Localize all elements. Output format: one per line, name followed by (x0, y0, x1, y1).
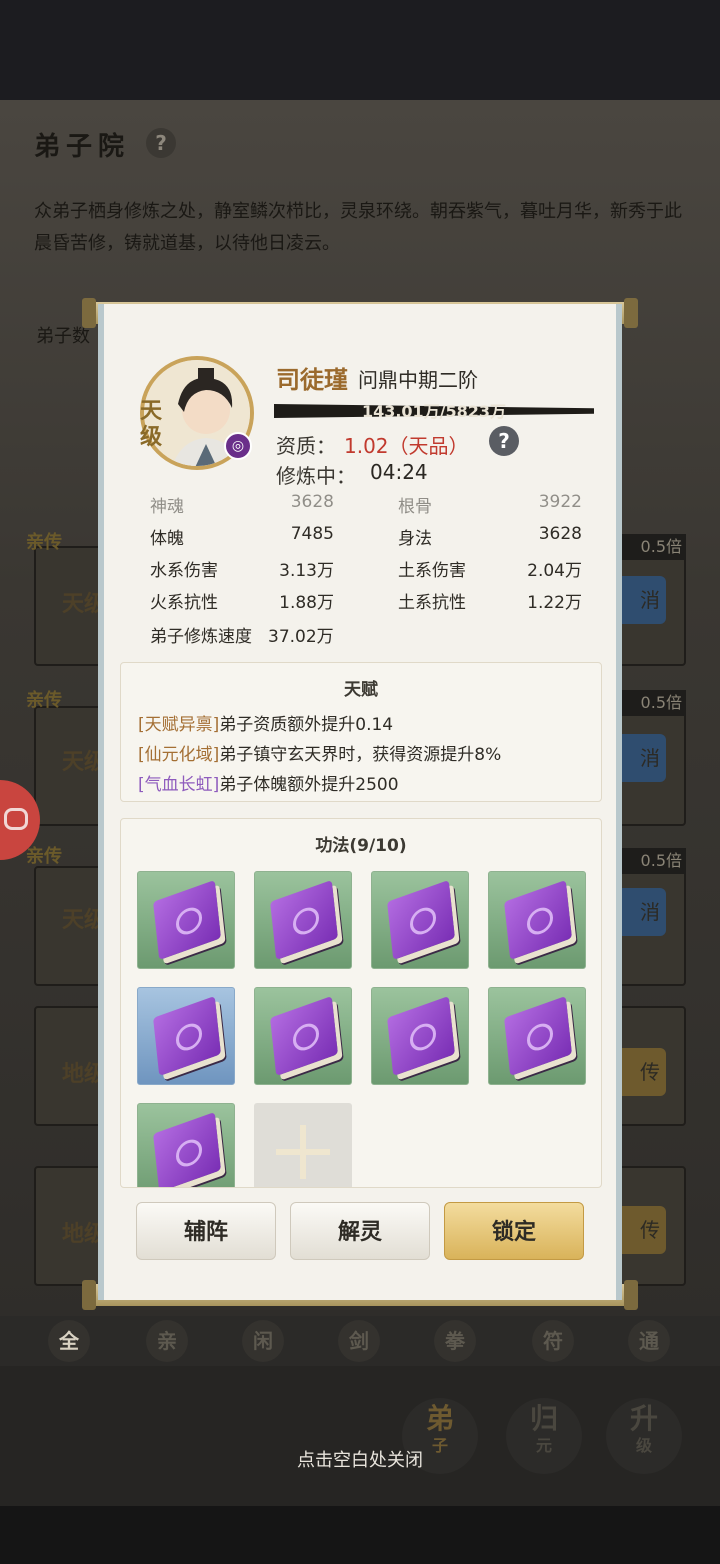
multiplier-badge: 0.5倍 (622, 690, 686, 716)
stat-value: 3628 (538, 524, 582, 544)
element-icon: ◎ (224, 432, 252, 460)
add-skill-slot[interactable] (254, 1103, 352, 1187)
talent-item: [天赋异禀]弟子资质额外提升0.14 (138, 710, 393, 735)
filter-fist[interactable]: 拳 (434, 1320, 476, 1362)
skill-title: 功法(9/10) (315, 836, 407, 856)
nav-main: 升 (629, 1402, 658, 1435)
stat-label: 体魄 (150, 529, 184, 549)
filter-talisman[interactable]: 符 (532, 1320, 574, 1362)
filter-close[interactable]: 亲 (146, 1320, 188, 1362)
rod-knob (82, 298, 96, 328)
skill-slot[interactable] (254, 987, 352, 1085)
disciple-detail-modal: 天级 ◎ 司徒瑾 问鼎中期二阶 143.01万/5823万 资质： 1.02（天… (98, 304, 622, 1300)
talent-item: [气血长虹]弟子体魄额外提升2500 (138, 770, 399, 795)
stat-label: 土系抗性 (398, 593, 466, 613)
skill-slot[interactable] (137, 871, 235, 969)
talent-text: 弟子体魄额外提升2500 (219, 775, 399, 795)
system-nav-bar (0, 1506, 720, 1564)
speed-label: 弟子修炼速度 (150, 627, 252, 647)
rod-knob (82, 1280, 96, 1310)
stat-value: 2.04万 (527, 561, 582, 581)
page-title: 弟子院 (34, 132, 131, 162)
stat-value: 1.88万 (279, 593, 334, 613)
qualification-help-icon[interactable]: ? (489, 426, 519, 456)
lock-button[interactable]: 锁定 (444, 1202, 584, 1260)
skill-slot[interactable] (137, 987, 235, 1085)
filter-all[interactable]: 全 (48, 1320, 90, 1362)
nav-main: 弟 (425, 1402, 454, 1435)
training-timer: 04:24 (370, 460, 428, 484)
speed-value: 37.02万 (268, 627, 334, 647)
card-tag: 亲传 (26, 846, 62, 867)
stat-value: 7485 (290, 524, 334, 544)
card-tag: 亲传 (26, 532, 62, 553)
rod-knob (624, 298, 638, 328)
stat-label: 土系伤害 (398, 561, 466, 581)
stat-label: 火系抗性 (150, 593, 218, 613)
skill-slot[interactable] (371, 871, 469, 969)
stat-value: 1.22万 (527, 593, 582, 613)
talent-title: 天赋 (344, 680, 378, 700)
skill-slot[interactable] (488, 871, 586, 969)
talent-tag: [气血长虹] (138, 775, 220, 795)
assist-button[interactable]: 辅阵 (136, 1202, 276, 1260)
multiplier-badge: 0.5倍 (622, 534, 686, 560)
release-button[interactable]: 解灵 (290, 1202, 430, 1260)
portrait-rank: 天级 (140, 398, 163, 450)
filter-general[interactable]: 通 (628, 1320, 670, 1362)
help-icon[interactable]: ? (146, 128, 176, 158)
filter-sword[interactable]: 剑 (338, 1320, 380, 1362)
qualification-value: 1.02（天品） (344, 434, 469, 458)
gamepad-icon (4, 808, 28, 830)
talent-item: [仙元化域]弟子镇守玄天界时，获得资源提升8% (138, 740, 501, 765)
disciple-name: 司徒瑾 (276, 365, 348, 394)
stat-value: 3628 (290, 492, 334, 512)
stat-value: 3922 (538, 492, 582, 512)
skill-section: 功法(9/10) (120, 818, 602, 1188)
talent-text: 弟子镇守玄天界时，获得资源提升8% (219, 745, 502, 765)
talent-tag: [仙元化域] (138, 745, 220, 765)
talent-text: 弟子资质额外提升0.14 (219, 715, 394, 735)
stat-label: 神魂 (150, 497, 184, 517)
plus-icon-stem (300, 1125, 306, 1179)
stat-label: 水系伤害 (150, 561, 218, 581)
rod-knob (624, 1280, 638, 1310)
filter-idle[interactable]: 闲 (242, 1320, 284, 1362)
cultivation-progress-text: 143.01万/5823万 (361, 402, 507, 421)
multiplier-badge: 0.5倍 (622, 848, 686, 874)
top-status-area (0, 0, 720, 100)
close-hint[interactable]: 点击空白处关闭 (0, 1446, 720, 1472)
skill-slot[interactable] (137, 1103, 235, 1187)
stat-label: 根骨 (398, 497, 432, 517)
stat-label: 身法 (398, 529, 432, 549)
training-label: 修炼中： (276, 464, 356, 488)
disciple-realm: 问鼎中期二阶 (358, 368, 478, 392)
talent-tag: [天赋异禀] (138, 715, 220, 735)
nav-main: 归 (529, 1402, 558, 1435)
page-description: 众弟子栖身修炼之处，静室鳞次栉比，灵泉环绕。朝吞紫气，暮吐月华，新秀于此晨昏苦修… (34, 201, 682, 254)
skill-slot[interactable] (371, 987, 469, 1085)
stat-value: 3.13万 (279, 561, 334, 581)
skill-slot[interactable] (254, 871, 352, 969)
skill-slot[interactable] (488, 987, 586, 1085)
qualification-label: 资质： (276, 434, 336, 458)
card-tag: 亲传 (26, 690, 62, 711)
